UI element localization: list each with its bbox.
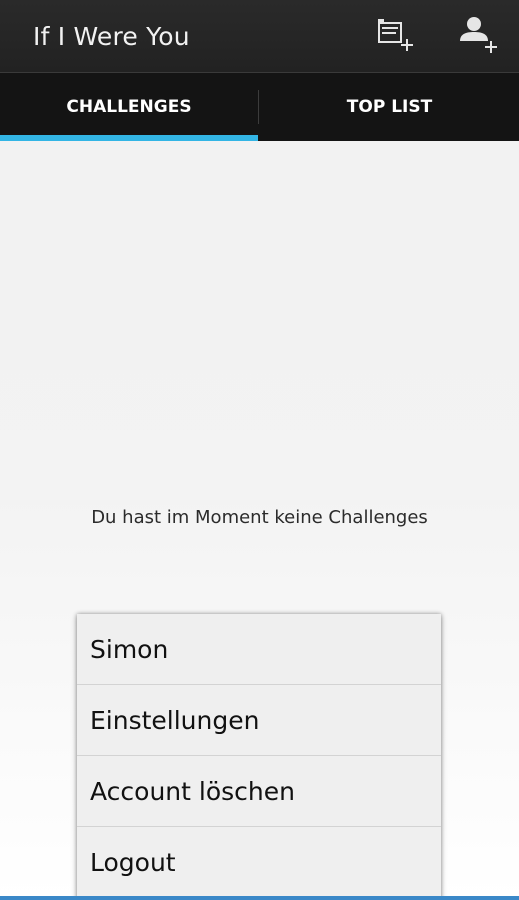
add-challenge-icon (378, 19, 413, 51)
menu-item-username[interactable]: Simon (77, 614, 441, 685)
add-user-icon (460, 17, 497, 53)
app-title: If I Were You (33, 22, 190, 51)
empty-state-message: Du hast im Moment keine Challenges (91, 507, 428, 528)
bottom-edge-highlight (0, 896, 519, 900)
selected-tab-indicator (0, 135, 258, 141)
app-screen: If I Were You CHALLENGES TOP LIST Du has… (0, 0, 519, 900)
tab-challenges[interactable]: CHALLENGES (0, 73, 258, 141)
menu-item-settings[interactable]: Einstellungen (77, 685, 441, 756)
add-challenge-button[interactable] (374, 14, 420, 60)
tab-divider (258, 90, 259, 124)
tab-top-list[interactable]: TOP LIST (260, 73, 519, 141)
menu-item-delete-account[interactable]: Account löschen (77, 756, 441, 827)
action-bar: If I Were You (0, 0, 519, 73)
add-user-button[interactable] (455, 14, 501, 60)
menu-item-logout[interactable]: Logout (77, 827, 441, 898)
tab-bar: CHALLENGES TOP LIST (0, 73, 519, 141)
overflow-popup-menu: Simon Einstellungen Account löschen Logo… (77, 614, 441, 900)
